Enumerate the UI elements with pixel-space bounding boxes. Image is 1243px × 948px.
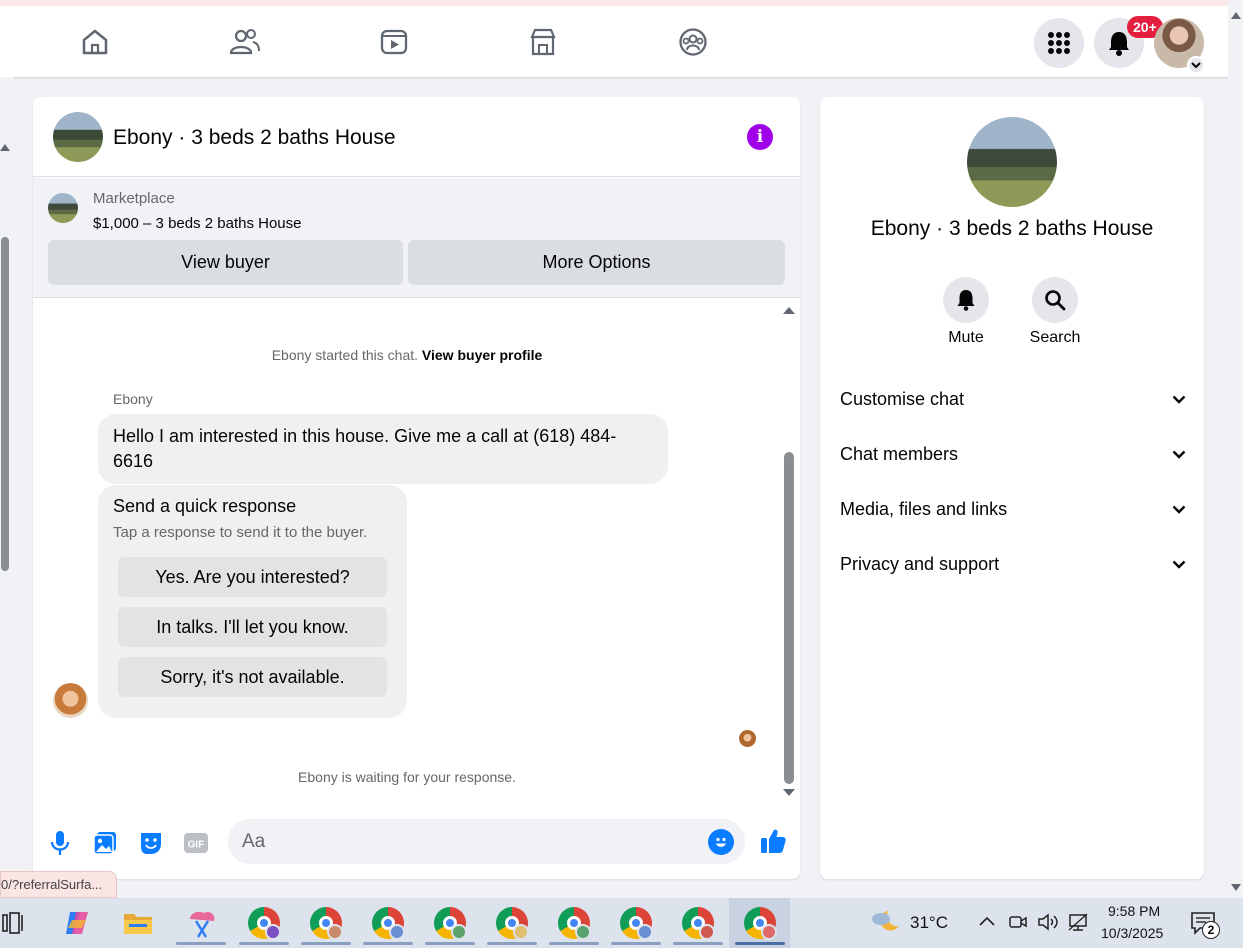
listing-price-title[interactable]: $1,000 – 3 beds 2 baths House bbox=[93, 215, 302, 232]
friends-icon[interactable] bbox=[224, 22, 264, 62]
chat-panel: Ebony · 3 beds 2 baths House i Marketpla… bbox=[33, 97, 800, 879]
network-icon[interactable] bbox=[1067, 912, 1089, 937]
page-scrollbar[interactable] bbox=[1228, 0, 1243, 898]
chrome-profile-8-icon[interactable] bbox=[682, 907, 715, 940]
microphone-icon[interactable] bbox=[45, 828, 75, 858]
chrome-profile-2-icon[interactable] bbox=[310, 907, 343, 940]
copilot-icon[interactable] bbox=[62, 908, 92, 943]
view-buyer-profile-link[interactable]: View buyer profile bbox=[422, 347, 542, 363]
photo-icon[interactable] bbox=[90, 828, 120, 858]
clock-date[interactable]: 10/3/2025 bbox=[1101, 925, 1163, 941]
quick-response-in-talks-button[interactable]: In talks. I'll let you know. bbox=[118, 607, 387, 647]
emoji-icon[interactable] bbox=[708, 829, 734, 855]
message-input[interactable] bbox=[242, 819, 692, 864]
customise-chat-section[interactable]: Customise chat bbox=[840, 384, 1186, 414]
weather-temperature[interactable]: 31°C bbox=[910, 913, 948, 933]
quick-response-not-available-button[interactable]: Sorry, it's not available. bbox=[118, 657, 387, 697]
buyer-avatar[interactable] bbox=[53, 683, 88, 718]
task-view-icon[interactable] bbox=[2, 912, 26, 939]
chrome-profile-7-icon[interactable] bbox=[620, 907, 653, 940]
seen-receipt-avatar bbox=[739, 730, 756, 747]
privacy-support-section[interactable]: Privacy and support bbox=[840, 549, 1186, 579]
notification-count-badge: 2 bbox=[1202, 921, 1220, 939]
sticker-icon[interactable] bbox=[136, 828, 166, 858]
search-button[interactable]: Search bbox=[1015, 277, 1095, 347]
meet-camera-icon[interactable] bbox=[1008, 912, 1028, 937]
volume-icon[interactable] bbox=[1037, 912, 1059, 937]
groups-icon[interactable] bbox=[673, 22, 713, 62]
grid-icon bbox=[1048, 32, 1070, 54]
quick-response-subtitle: Tap a response to send it to the buyer. bbox=[113, 524, 368, 541]
like-thumbs-up-icon[interactable] bbox=[756, 824, 790, 858]
gif-icon[interactable]: GIF bbox=[181, 828, 211, 858]
chat-avatar[interactable] bbox=[53, 112, 103, 162]
mute-label: Mute bbox=[948, 329, 984, 346]
message-input-container bbox=[228, 819, 745, 864]
chrome-profile-6-icon[interactable] bbox=[558, 907, 591, 940]
marketplace-listing-banner: Marketplace $1,000 – 3 beds 2 baths Hous… bbox=[33, 178, 800, 298]
mute-bell-icon bbox=[943, 277, 989, 323]
message-thread: Ebony started this chat. View buyer prof… bbox=[33, 299, 800, 799]
left-scrollbar-thumb[interactable] bbox=[1, 237, 9, 571]
quick-response-card: Send a quick response Tap a response to … bbox=[98, 485, 407, 718]
file-explorer-icon[interactable] bbox=[123, 910, 153, 941]
chevron-down-icon bbox=[1172, 560, 1186, 569]
conversation-avatar[interactable] bbox=[967, 117, 1057, 207]
chrome-profile-5-icon[interactable] bbox=[496, 907, 529, 940]
message-scrollbar-thumb[interactable] bbox=[784, 452, 794, 784]
chevron-down-icon bbox=[1172, 395, 1186, 404]
home-icon[interactable] bbox=[75, 22, 115, 62]
chevron-down-icon bbox=[1172, 450, 1186, 459]
windows-taskbar: 31°C 9:58 PM 10/3/2025 2 bbox=[0, 898, 1243, 948]
svg-text:GIF: GIF bbox=[188, 840, 205, 851]
message-composer: GIF bbox=[33, 809, 800, 879]
chat-started-notice: Ebony started this chat. View buyer prof… bbox=[271, 347, 543, 363]
conversation-title: Ebony · 3 beds 2 baths House bbox=[870, 217, 1154, 240]
message-bubble[interactable]: Hello I am interested in this house. Giv… bbox=[98, 414, 668, 484]
scroll-down-arrow-icon[interactable] bbox=[783, 789, 795, 796]
weather-moon-cloud-icon[interactable] bbox=[870, 908, 902, 943]
mute-button[interactable]: Mute bbox=[926, 277, 1006, 347]
marketplace-label: Marketplace bbox=[93, 190, 175, 207]
search-icon bbox=[1032, 277, 1078, 323]
chat-title[interactable]: Ebony · 3 beds 2 baths House bbox=[113, 126, 396, 150]
listing-thumbnail[interactable] bbox=[48, 193, 78, 223]
view-buyer-button[interactable]: View buyer bbox=[48, 240, 403, 285]
menu-grid-button[interactable] bbox=[1034, 18, 1084, 68]
bell-icon bbox=[1109, 32, 1129, 56]
info-icon[interactable]: i bbox=[747, 124, 773, 150]
top-navigation-bar: 20+ bbox=[0, 0, 1228, 77]
scroll-up-arrow-icon[interactable] bbox=[783, 307, 795, 314]
account-chevron-icon[interactable] bbox=[1187, 56, 1205, 74]
sender-name: Ebony bbox=[113, 391, 153, 407]
conversation-details-panel: Ebony · 3 beds 2 baths House Mute Search… bbox=[820, 97, 1204, 879]
left-scrollbar[interactable] bbox=[0, 77, 14, 867]
chrome-profile-active-icon[interactable] bbox=[744, 907, 777, 940]
chevron-up-icon[interactable] bbox=[978, 914, 996, 932]
chat-header: Ebony · 3 beds 2 baths House i bbox=[33, 97, 800, 177]
clock-time[interactable]: 9:58 PM bbox=[1108, 903, 1160, 919]
more-options-button[interactable]: More Options bbox=[408, 240, 785, 285]
chrome-profile-3-icon[interactable] bbox=[372, 907, 405, 940]
chrome-profile-1-icon[interactable] bbox=[248, 907, 281, 940]
quick-response-title: Send a quick response bbox=[113, 496, 297, 516]
waiting-notice: Ebony is waiting for your response. bbox=[298, 769, 516, 785]
quick-response-yes-button[interactable]: Yes. Are you interested? bbox=[118, 557, 387, 597]
message-scrollbar[interactable] bbox=[781, 304, 795, 799]
chrome-profile-4-icon[interactable] bbox=[434, 907, 467, 940]
media-files-links-section[interactable]: Media, files and links bbox=[840, 494, 1186, 524]
marketplace-icon[interactable] bbox=[523, 22, 563, 62]
chat-members-section[interactable]: Chat members bbox=[840, 439, 1186, 469]
video-icon[interactable] bbox=[374, 22, 414, 62]
chevron-down-icon bbox=[1172, 505, 1186, 514]
link-status-url: 0/?referralSurfa... bbox=[0, 871, 118, 898]
snipping-tool-icon[interactable] bbox=[186, 907, 218, 944]
search-label: Search bbox=[1029, 329, 1081, 346]
